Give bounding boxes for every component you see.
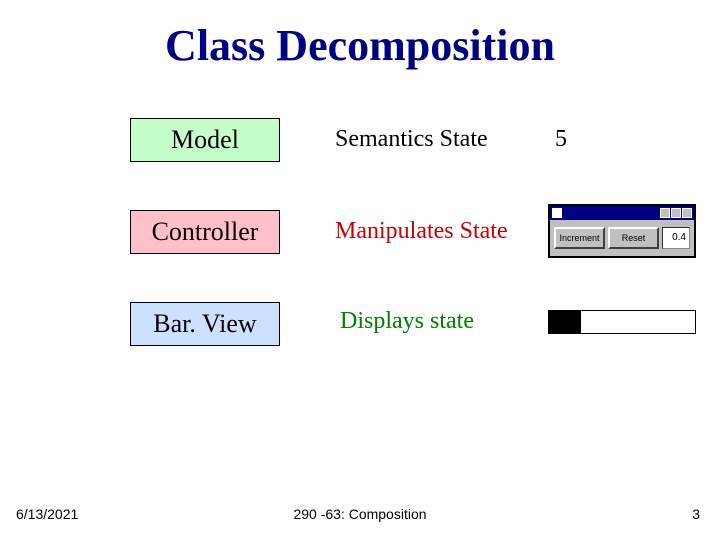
desc-barview: Displays state [340, 308, 474, 335]
app-icon [552, 208, 562, 218]
desc-controller: Manipulates State [335, 218, 508, 245]
box-barview: Bar. View [130, 302, 280, 346]
box-model: Model [130, 118, 280, 162]
bar-view-widget [548, 310, 696, 334]
footer-page: 3 [692, 506, 700, 522]
slide-footer: 6/13/2021 290 -63: Composition 3 [0, 506, 720, 526]
bar-fill [549, 311, 581, 333]
desc-model: Semantics State [335, 126, 488, 153]
mini-window: Increment Reset 0.4 [548, 204, 696, 258]
value-field: 0.4 [662, 227, 690, 249]
increment-button[interactable]: Increment [554, 227, 605, 249]
window-controls [660, 208, 692, 218]
mini-window-titlebar [550, 206, 694, 220]
box-controller: Controller [130, 210, 280, 254]
slide-title: Class Decomposition [0, 20, 720, 71]
footer-center: 290 -63: Composition [0, 506, 720, 522]
maximize-icon [671, 208, 681, 218]
model-value: 5 [555, 126, 595, 153]
close-icon [682, 208, 692, 218]
reset-button[interactable]: Reset [608, 227, 659, 249]
minimize-icon [660, 208, 670, 218]
mini-window-body: Increment Reset 0.4 [550, 220, 694, 256]
